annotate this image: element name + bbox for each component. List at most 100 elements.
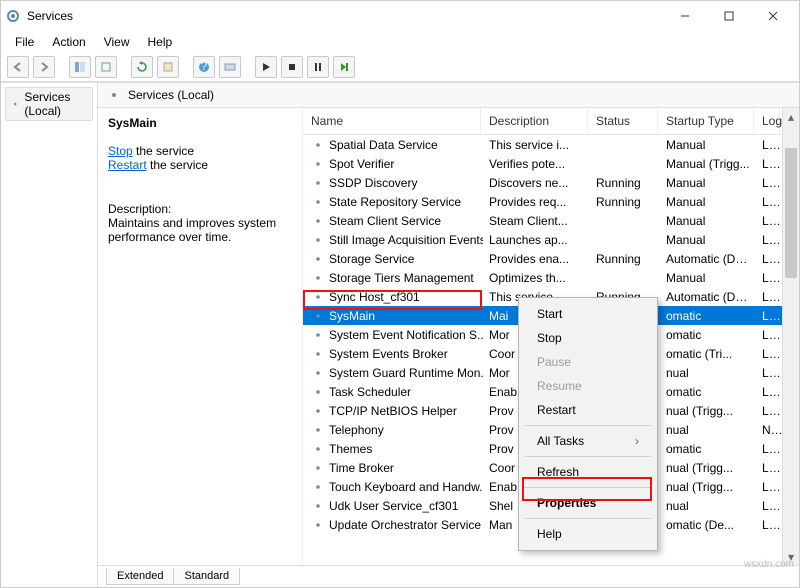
gear-icon [311, 176, 325, 190]
col-name[interactable]: Name [303, 108, 481, 134]
table-row[interactable]: Storage ServiceProvides ena...RunningAut… [303, 249, 782, 268]
tab-extended[interactable]: Extended [106, 568, 174, 585]
table-row[interactable]: Still Image Acquisition EventsLaunches a… [303, 230, 782, 249]
ctx-resume: Resume [521, 374, 655, 398]
start-service-button[interactable] [255, 56, 277, 78]
cell-status [590, 239, 660, 241]
cell-startup: omatic [660, 308, 756, 324]
table-row[interactable]: Spatial Data ServiceThis service i...Man… [303, 135, 782, 154]
ctx-separator [525, 425, 651, 426]
ctx-restart[interactable]: Restart [521, 398, 655, 422]
table-row[interactable]: Storage Tiers ManagementOptimizes th...M… [303, 268, 782, 287]
cell-startup: omatic (De... [660, 517, 756, 533]
cell-startup: Manual [660, 213, 756, 229]
cell-startup: Manual [660, 137, 756, 153]
gear-icon [311, 195, 325, 209]
ctx-help[interactable]: Help [521, 522, 655, 546]
properties-toolbar-button[interactable] [157, 56, 179, 78]
gear-icon [311, 138, 325, 152]
close-button[interactable] [751, 2, 795, 30]
table-row[interactable]: Steam Client ServiceSteam Client...Manua… [303, 211, 782, 230]
col-logon[interactable]: Log [754, 108, 780, 134]
cell-logon: Loc [756, 232, 782, 248]
cell-name: Task Scheduler [305, 384, 483, 400]
description-text: Maintains and improves system performanc… [108, 216, 292, 244]
ctx-properties[interactable]: Properties [521, 491, 655, 515]
gear-icon [311, 385, 325, 399]
window-title: Services [27, 9, 663, 23]
menu-action[interactable]: Action [44, 33, 93, 51]
cell-name: TCP/IP NetBIOS Helper [305, 403, 483, 419]
gear-icon [311, 214, 325, 228]
back-button[interactable] [7, 56, 29, 78]
cell-logon: Loc [756, 327, 782, 343]
cell-logon: Loc [756, 308, 782, 324]
gear-icon [311, 442, 325, 456]
cell-status: Running [590, 175, 660, 191]
cell-name: Time Broker [305, 460, 483, 476]
gear-icon [311, 423, 325, 437]
show-hide-tree-button[interactable] [69, 56, 91, 78]
context-menu: Start Stop Pause Resume Restart All Task… [518, 297, 658, 551]
cell-name: Themes [305, 441, 483, 457]
table-row[interactable]: SSDP DiscoveryDiscovers ne...RunningManu… [303, 173, 782, 192]
col-description[interactable]: Description [481, 108, 588, 134]
cell-logon: Loc [756, 270, 782, 286]
ctx-stop[interactable]: Stop [521, 326, 655, 350]
gear-icon [311, 499, 325, 513]
ctx-refresh[interactable]: Refresh [521, 460, 655, 484]
menu-view[interactable]: View [96, 33, 138, 51]
export-button[interactable] [95, 56, 117, 78]
cell-logon: Loc [756, 460, 782, 476]
table-row[interactable]: State Repository ServiceProvides req...R… [303, 192, 782, 211]
maximize-button[interactable] [707, 2, 751, 30]
scroll-up-icon[interactable]: ▴ [783, 108, 799, 125]
cell-name: Still Image Acquisition Events [305, 232, 483, 248]
cell-startup: nual (Trigg... [660, 460, 756, 476]
cell-startup: omatic (Tri... [660, 346, 756, 362]
forward-button[interactable] [33, 56, 55, 78]
tab-standard[interactable]: Standard [173, 568, 240, 585]
cell-startup: nual [660, 422, 756, 438]
cell-logon: Loc [756, 441, 782, 457]
gear-icon [311, 461, 325, 475]
tabs: Extended Standard [98, 565, 799, 587]
gear-icon [311, 366, 325, 380]
cell-startup: Automatic (De... [660, 251, 756, 267]
scrollbar-vertical[interactable]: ▴ ▾ [782, 108, 799, 565]
cell-startup: Manual [660, 232, 756, 248]
watermark: wsxdn.com [744, 559, 794, 570]
cell-startup: Manual (Trigg... [660, 156, 756, 172]
help-toolbar-button[interactable]: ? [193, 56, 215, 78]
restart-link[interactable]: Restart [108, 158, 147, 172]
cell-name: System Event Notification S... [305, 327, 483, 343]
table-row[interactable]: Spot VerifierVerifies pote...Manual (Tri… [303, 154, 782, 173]
col-status[interactable]: Status [588, 108, 658, 134]
tree-item-services-local[interactable]: Services (Local) [5, 87, 93, 121]
minimize-button[interactable] [663, 2, 707, 30]
scroll-thumb[interactable] [785, 148, 797, 278]
menu-help[interactable]: Help [140, 33, 181, 51]
ctx-separator [525, 518, 651, 519]
tree-pane: Services (Local) [1, 83, 98, 587]
cell-name: SysMain [305, 308, 483, 324]
stop-link[interactable]: Stop [108, 144, 133, 158]
cell-desc: Launches ap... [483, 232, 590, 248]
gear-icon [311, 290, 325, 304]
ctx-start[interactable]: Start [521, 302, 655, 326]
run-dialog-button[interactable] [219, 56, 241, 78]
ctx-all-tasks[interactable]: All Tasks [521, 429, 655, 453]
menu-file[interactable]: File [7, 33, 42, 51]
cell-logon: Loc [756, 175, 782, 191]
gear-icon [311, 404, 325, 418]
pause-service-button[interactable] [307, 56, 329, 78]
cell-startup: Automatic (De... [660, 289, 756, 305]
restart-service-button[interactable] [333, 56, 355, 78]
tree-item-label: Services (Local) [24, 90, 88, 118]
stop-service-button[interactable] [281, 56, 303, 78]
ctx-separator [525, 487, 651, 488]
services-app-icon [5, 8, 21, 24]
col-startup[interactable]: Startup Type [658, 108, 754, 134]
refresh-button[interactable] [131, 56, 153, 78]
cell-status [590, 220, 660, 222]
